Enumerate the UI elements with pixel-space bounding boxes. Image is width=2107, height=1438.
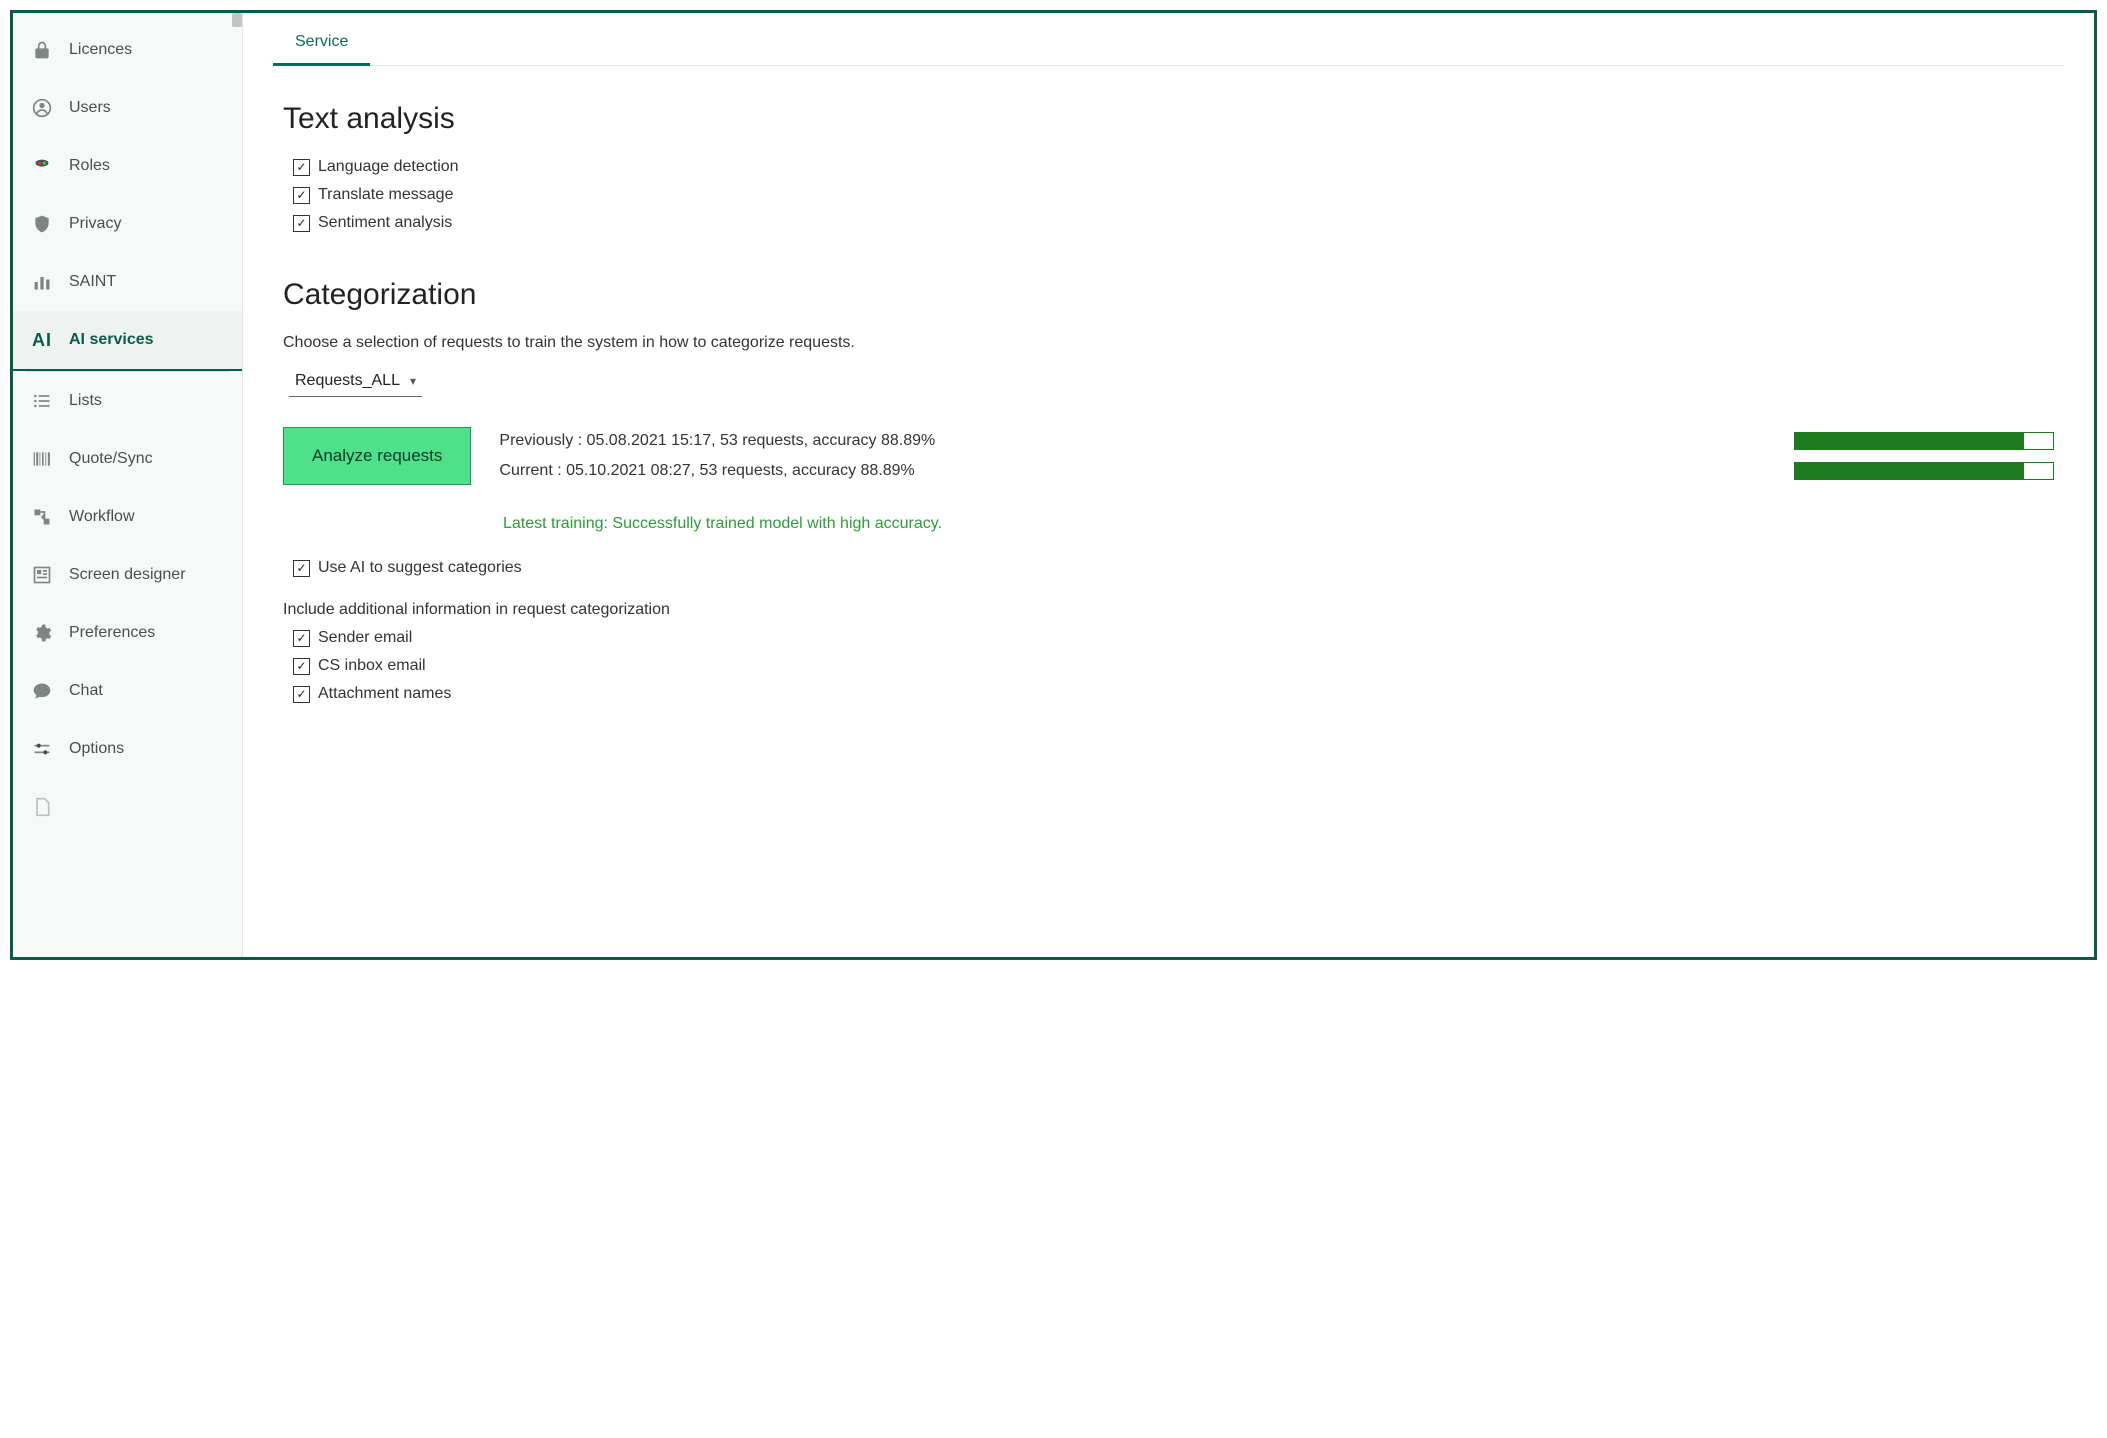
sidebar-item-cut[interactable] <box>13 778 242 818</box>
sidebar-item-label: Roles <box>69 157 110 175</box>
include-additional-title: Include additional information in reques… <box>283 601 2064 619</box>
request-selection-dropdown[interactable]: Requests_ALL ▾ <box>289 368 422 397</box>
check-attachment-names[interactable]: ✓ Attachment names <box>293 685 2064 703</box>
layout-icon <box>31 564 53 586</box>
checkbox-label: Use AI to suggest categories <box>318 559 522 577</box>
analyze-row: Analyze requests Previously : 05.08.2021… <box>283 427 2064 485</box>
checkbox[interactable]: ✓ <box>293 686 310 703</box>
checkbox[interactable]: ✓ <box>293 159 310 176</box>
check-cs-inbox-email[interactable]: ✓ CS inbox email <box>293 657 2064 675</box>
check-language-detection[interactable]: ✓ Language detection <box>293 158 2064 176</box>
checkbox[interactable]: ✓ <box>293 215 310 232</box>
sidebar-item-label: Workflow <box>69 508 135 526</box>
ai-icon: AI <box>31 329 53 351</box>
checkbox-label: Sentiment analysis <box>318 214 452 232</box>
accuracy-bar-current <box>1794 462 2054 480</box>
gear-icon <box>31 622 53 644</box>
sidebar-item-workflow[interactable]: Workflow <box>13 488 242 546</box>
roles-icon <box>31 155 53 177</box>
checkbox[interactable]: ✓ <box>293 658 310 675</box>
training-run-info: Previously : 05.08.2021 15:17, 53 reques… <box>499 432 935 480</box>
accuracy-bar-previous <box>1794 432 2054 450</box>
accuracy-bars <box>1794 432 2064 480</box>
dropdown-value: Requests_ALL <box>295 372 400 390</box>
user-icon <box>31 97 53 119</box>
checkbox-label: Language detection <box>318 158 459 176</box>
tab-service[interactable]: Service <box>273 23 370 66</box>
sidebar-item-chat[interactable]: Chat <box>13 662 242 720</box>
sidebar-item-label: Screen designer <box>69 566 186 584</box>
categorization-section: Categorization Choose a selection of req… <box>283 278 2064 713</box>
sidebar-item-preferences[interactable]: Preferences <box>13 604 242 662</box>
sidebar-item-quote-sync[interactable]: Quote/Sync <box>13 430 242 488</box>
categorization-title: Categorization <box>283 278 2064 312</box>
accuracy-bar-current-fill <box>1795 463 2024 479</box>
workflow-icon <box>31 506 53 528</box>
previous-run-text: Previously : 05.08.2021 15:17, 53 reques… <box>499 432 935 450</box>
sidebar-scrollbar[interactable] <box>232 13 242 27</box>
categorization-description: Choose a selection of requests to train … <box>283 334 2064 352</box>
text-analysis-section: Text analysis ✓ Language detection ✓ Tra… <box>283 102 2064 242</box>
sidebar-item-privacy[interactable]: Privacy <box>13 195 242 253</box>
sidebar: Licences Users Roles Privacy SAINT <box>13 13 243 957</box>
sidebar-item-label: Quote/Sync <box>69 450 153 468</box>
training-status-text: Latest training: Successfully trained mo… <box>503 515 2064 533</box>
sidebar-item-label: SAINT <box>69 273 116 291</box>
checkbox-label: CS inbox email <box>318 657 426 675</box>
document-icon <box>31 796 53 818</box>
sidebar-item-users[interactable]: Users <box>13 79 242 137</box>
sliders-icon <box>31 738 53 760</box>
sidebar-item-lists[interactable]: Lists <box>13 372 242 430</box>
sidebar-item-screen-designer[interactable]: Screen designer <box>13 546 242 604</box>
sidebar-item-roles[interactable]: Roles <box>13 137 242 195</box>
barcode-icon <box>31 448 53 470</box>
sidebar-item-saint[interactable]: SAINT <box>13 253 242 311</box>
check-sentiment-analysis[interactable]: ✓ Sentiment analysis <box>293 214 2064 232</box>
checkbox[interactable]: ✓ <box>293 560 310 577</box>
current-run-text: Current : 05.10.2021 08:27, 53 requests,… <box>499 462 935 480</box>
sidebar-item-label: Chat <box>69 682 103 700</box>
checkbox-label: Attachment names <box>318 685 451 703</box>
check-sender-email[interactable]: ✓ Sender email <box>293 629 2064 647</box>
app-window: Licences Users Roles Privacy SAINT <box>10 10 2097 960</box>
tab-bar: Service <box>273 23 2064 66</box>
accuracy-bar-previous-fill <box>1795 433 2024 449</box>
chevron-down-icon: ▾ <box>410 374 416 388</box>
sidebar-item-label: Preferences <box>69 624 155 642</box>
checkbox-label: Sender email <box>318 629 412 647</box>
lock-icon <box>31 39 53 61</box>
shield-icon <box>31 213 53 235</box>
analyze-requests-button[interactable]: Analyze requests <box>283 427 471 485</box>
check-use-ai-suggest[interactable]: ✓ Use AI to suggest categories <box>293 559 2064 577</box>
sidebar-item-label: Licences <box>69 41 132 59</box>
checkbox-label: Translate message <box>318 186 453 204</box>
sidebar-item-label: Lists <box>69 392 102 410</box>
sidebar-item-licences[interactable]: Licences <box>13 21 242 79</box>
sidebar-item-label: AI services <box>69 331 154 349</box>
checkbox[interactable]: ✓ <box>293 630 310 647</box>
sidebar-item-label: Options <box>69 740 124 758</box>
chat-icon <box>31 680 53 702</box>
check-translate-message[interactable]: ✓ Translate message <box>293 186 2064 204</box>
sidebar-item-ai-services[interactable]: AI AI services <box>13 311 242 371</box>
text-analysis-title: Text analysis <box>283 102 2064 136</box>
sidebar-item-label: Users <box>69 99 111 117</box>
sidebar-item-label: Privacy <box>69 215 121 233</box>
bar-chart-icon <box>31 271 53 293</box>
checkbox[interactable]: ✓ <box>293 187 310 204</box>
list-icon <box>31 390 53 412</box>
sidebar-item-options[interactable]: Options <box>13 720 242 778</box>
main-content: Service Text analysis ✓ Language detecti… <box>243 13 2094 957</box>
